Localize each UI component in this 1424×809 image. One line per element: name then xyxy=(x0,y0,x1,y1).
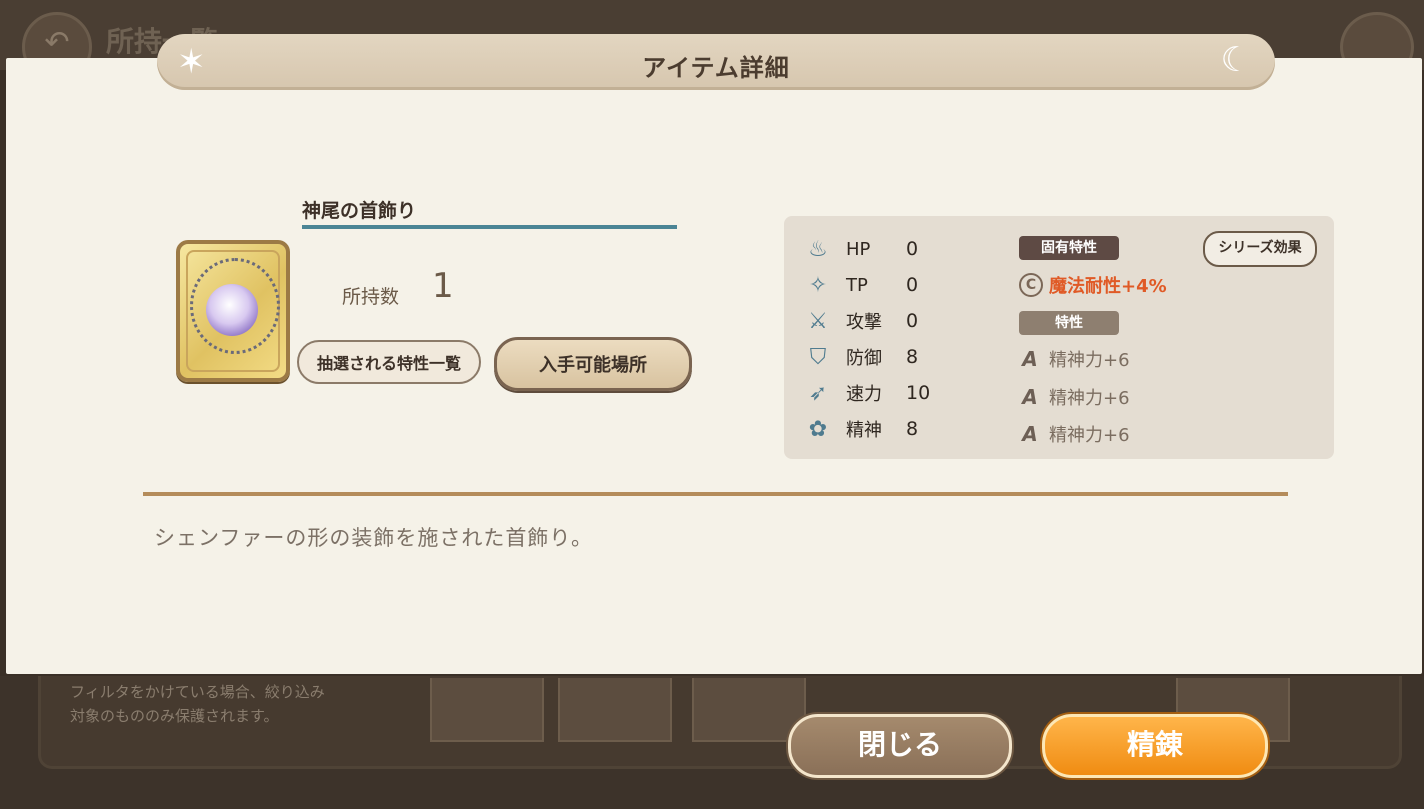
series-effect-button[interactable]: シリーズ効果 xyxy=(1203,231,1317,267)
tp-icon: ✧ xyxy=(808,272,828,298)
hp-icon: ♨ xyxy=(808,236,828,262)
trait-list-button[interactable]: 抽選される特性一覧 xyxy=(297,340,481,384)
stat-value: 10 xyxy=(906,382,931,404)
stat-row-speed: ➶ 速力 10 xyxy=(804,376,956,410)
owned-count-label: 所持数 xyxy=(342,286,400,308)
rank-a-icon: A xyxy=(1022,385,1038,409)
rank-c-icon: C xyxy=(1019,273,1043,297)
stat-value: 8 xyxy=(906,418,919,440)
trait-item: A 精神力+6 xyxy=(1017,421,1130,447)
background-item-card xyxy=(692,678,806,742)
background-item-card xyxy=(558,678,672,742)
stat-row-hp: ♨ HP 0 xyxy=(804,232,956,266)
unique-trait: C 魔法耐性+4% xyxy=(1019,272,1167,298)
stat-label: 防御 xyxy=(846,348,882,369)
trait-item: A 精神力+6 xyxy=(1017,346,1130,372)
moon-icon: ☾ xyxy=(1220,40,1251,80)
item-name: 神尾の首飾り xyxy=(302,200,417,222)
trait-item: A 精神力+6 xyxy=(1017,384,1130,410)
gem-icon xyxy=(206,284,258,336)
owned-count-value: 1 xyxy=(432,266,454,306)
rank-a-icon: A xyxy=(1022,422,1038,446)
trait-text: 精神力+6 xyxy=(1049,388,1130,409)
filter-note: フィルタをかけている場合、絞り込み 対象のもののみ保護されます。 xyxy=(70,683,325,725)
spirit-icon: ✿ xyxy=(808,416,828,442)
defense-icon: ⛉ xyxy=(809,344,827,370)
background-item-card xyxy=(430,678,544,742)
trait-header: 特性 xyxy=(1019,311,1119,335)
trait-text: 精神力+6 xyxy=(1049,425,1130,446)
unique-trait-text: 魔法耐性+4% xyxy=(1049,276,1167,297)
trait-text: 精神力+6 xyxy=(1049,350,1130,371)
item-name-underline xyxy=(302,225,677,229)
stat-label: HP xyxy=(846,238,871,260)
stat-value: 0 xyxy=(906,310,919,332)
stat-label: 攻撃 xyxy=(846,312,882,333)
rank-a-icon: A xyxy=(1022,347,1038,371)
speed-icon: ➶ xyxy=(808,380,828,406)
stat-value: 0 xyxy=(906,238,919,260)
stat-row-defense: ⛉ 防御 8 xyxy=(804,340,956,374)
stat-label: 速力 xyxy=(846,384,882,405)
modal-title: アイテム詳細 xyxy=(642,54,790,82)
stat-row-spirit: ✿ 精神 8 xyxy=(804,412,956,446)
obtain-locations-button[interactable]: 入手可能場所 xyxy=(494,337,692,391)
item-description: シェンファーの形の装飾を施された首飾り。 xyxy=(154,526,593,550)
stat-label: 精神 xyxy=(846,420,882,441)
attack-icon: ⚔ xyxy=(808,308,828,334)
necklace-item-icon xyxy=(176,240,290,382)
unique-trait-header: 固有特性 xyxy=(1019,236,1119,260)
stat-row-attack: ⚔ 攻撃 0 xyxy=(804,304,956,338)
stat-label: TP xyxy=(846,274,868,296)
description-divider xyxy=(143,492,1288,496)
stat-row-tp: ✧ TP 0 xyxy=(804,268,956,302)
stat-value: 8 xyxy=(906,346,919,368)
close-button[interactable]: 閉じる xyxy=(788,714,1012,778)
refine-button[interactable]: 精錬 xyxy=(1042,714,1268,778)
modal-header: ✶ アイテム詳細 ☾ xyxy=(157,34,1275,90)
stat-value: 0 xyxy=(906,274,919,296)
